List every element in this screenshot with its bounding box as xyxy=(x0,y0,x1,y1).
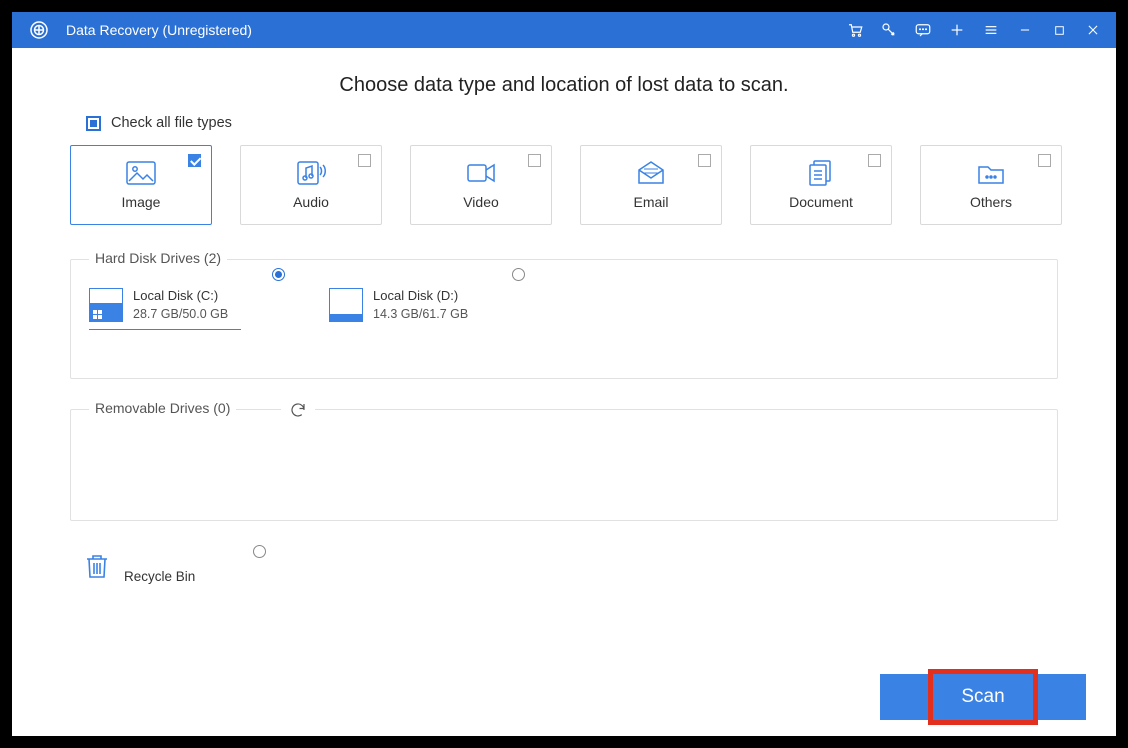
hdd-legend: Hard Disk Drives (2) xyxy=(89,250,227,266)
app-logo-icon xyxy=(28,19,50,41)
check-all-label: Check all file types xyxy=(111,115,232,131)
file-type-label: Image xyxy=(122,194,161,210)
image-icon xyxy=(126,160,156,186)
file-type-label: Audio xyxy=(293,194,329,210)
disk-icon xyxy=(89,288,123,322)
file-type-document[interactable]: Document xyxy=(750,145,892,225)
drive-name: Local Disk (C:) xyxy=(133,288,228,303)
disk-icon xyxy=(329,288,363,322)
recycle-bin-icon xyxy=(84,551,110,586)
checkbox-icon xyxy=(698,154,711,167)
email-icon xyxy=(636,160,666,186)
drive-name: Local Disk (D:) xyxy=(373,288,468,303)
refresh-icon[interactable] xyxy=(281,401,315,424)
cart-icon[interactable] xyxy=(838,12,872,48)
drive-local-disk-d[interactable]: Local Disk (D:) 14.3 GB/61.7 GB xyxy=(329,288,529,322)
recycle-bin-option[interactable]: Recycle Bin xyxy=(84,551,284,586)
checkbox-icon xyxy=(528,154,541,167)
file-type-video[interactable]: Video xyxy=(410,145,552,225)
file-type-label: Document xyxy=(789,194,853,210)
titlebar: Data Recovery (Unregistered) xyxy=(12,12,1116,48)
checkbox-icon xyxy=(1038,154,1051,167)
radio-icon xyxy=(272,268,285,281)
menu-icon[interactable] xyxy=(974,12,1008,48)
minimize-button[interactable] xyxy=(1008,12,1042,48)
check-all-file-types[interactable]: Check all file types xyxy=(86,115,1070,131)
removable-drives-group: Removable Drives (0) xyxy=(70,409,1058,521)
file-type-label: Others xyxy=(970,194,1012,210)
scan-button[interactable]: Scan xyxy=(880,674,1086,720)
checkbox-icon xyxy=(868,154,881,167)
plus-icon[interactable] xyxy=(940,12,974,48)
radio-icon xyxy=(512,268,525,281)
app-window: Data Recovery (Unregistered) Choose data… xyxy=(12,12,1116,736)
checkbox-indeterminate-icon xyxy=(86,116,101,131)
drive-usage: 28.7 GB/50.0 GB xyxy=(133,307,228,321)
checkbox-icon xyxy=(358,154,371,167)
drive-local-disk-c[interactable]: Local Disk (C:) 28.7 GB/50.0 GB xyxy=(89,288,289,322)
content-area: Choose data type and location of lost da… xyxy=(12,48,1116,736)
page-heading: Choose data type and location of lost da… xyxy=(58,74,1070,97)
file-type-label: Email xyxy=(633,194,668,210)
file-type-label: Video xyxy=(463,194,499,210)
hard-disk-drives-group: Hard Disk Drives (2) Local Disk (C:) 28.… xyxy=(70,259,1058,379)
recycle-bin-label: Recycle Bin xyxy=(124,569,195,586)
radio-icon xyxy=(253,545,266,558)
file-type-email[interactable]: Email xyxy=(580,145,722,225)
close-button[interactable] xyxy=(1076,12,1110,48)
file-type-row: Image Audio Video xyxy=(70,145,1070,225)
drive-usage: 14.3 GB/61.7 GB xyxy=(373,307,468,321)
maximize-button[interactable] xyxy=(1042,12,1076,48)
file-type-audio[interactable]: Audio xyxy=(240,145,382,225)
file-type-others[interactable]: Others xyxy=(920,145,1062,225)
checkbox-icon xyxy=(188,154,201,167)
file-type-image[interactable]: Image xyxy=(70,145,212,225)
video-icon xyxy=(466,160,496,186)
removable-legend: Removable Drives (0) xyxy=(89,400,236,416)
key-icon[interactable] xyxy=(872,12,906,48)
feedback-icon[interactable] xyxy=(906,12,940,48)
others-icon xyxy=(976,160,1006,186)
audio-icon xyxy=(296,160,326,186)
document-icon xyxy=(806,160,836,186)
window-title: Data Recovery (Unregistered) xyxy=(66,22,252,38)
